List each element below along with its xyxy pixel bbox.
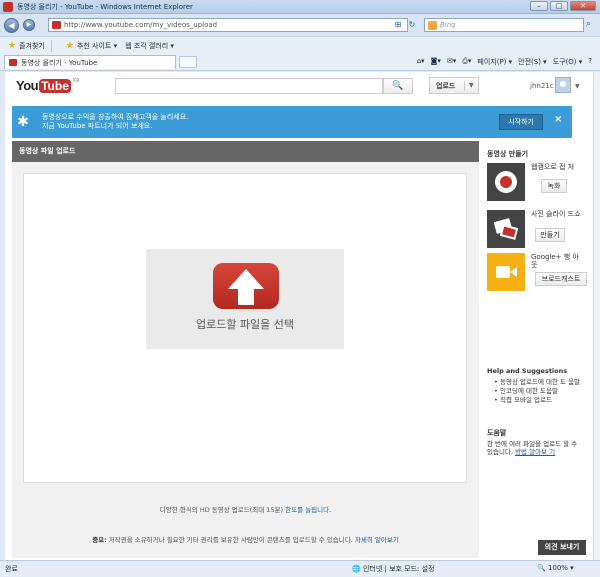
tools-menu[interactable]: 도구(O) ▾	[553, 57, 583, 67]
favorites-star-icon: ★	[8, 40, 17, 51]
tip-title: 도움말	[487, 429, 507, 437]
upload-label: 업로드	[430, 80, 465, 91]
help-menu[interactable]: ?	[588, 57, 592, 67]
slideshow-item: 사진 슬라이 드쇼 만들기	[487, 210, 587, 248]
suggested-sites-button[interactable]: 추천 사이트 ▾	[77, 41, 117, 51]
select-file-label: 업로드할 파일을 선택	[195, 318, 295, 331]
banner-line2: 지금 YouTube 파트너가 되어 보세요.	[42, 122, 153, 130]
create-slideshow-button[interactable]: 만들기	[535, 228, 565, 242]
search-box[interactable]: Bing	[424, 18, 584, 32]
minimize-button[interactable]: –	[530, 1, 548, 11]
help-link-mobile[interactable]: 직접 모바일 업로드	[494, 396, 584, 404]
logo-tube: Tube	[39, 78, 71, 93]
new-tab-button[interactable]	[179, 56, 197, 68]
username[interactable]: jhn21c	[530, 82, 554, 90]
favorites-button[interactable]: 즐겨찾기	[19, 41, 45, 51]
youtube-logo[interactable]: You Tube KR	[16, 78, 80, 93]
close-window-button[interactable]: ✕	[570, 1, 596, 11]
copyright-note: 중요: 저작권을 소유하거나 필요한 기타 권리를 보유한 사람만이 콘텐츠를 …	[12, 534, 479, 544]
webcam-desc: 웹캠으로 접 처	[531, 163, 575, 171]
help-link-upload[interactable]: 동영상 업로드에 대한 도 움말	[494, 378, 584, 386]
slideshow-desc: 사진 슬라이 드쇼	[531, 210, 581, 218]
help-list: 동영상 업로드에 대한 도 움말 인코딩에 대한 도움말 직접 모바일 업로드	[494, 378, 584, 405]
web-page: You Tube KR 🔍 업로드 ▼ jhn21c ▼ ✱ 동영상으로 수익을…	[5, 72, 593, 560]
youtube-search-button[interactable]: 🔍	[383, 78, 413, 94]
learn-more-link[interactable]: 자세히 알아보기	[355, 536, 399, 544]
webcam-item: 웹캠으로 접 처 녹화	[487, 163, 587, 201]
tab-bar: 동영상 올리기 - YouTube ⌂▾ ◙▾ ✉▾ ⎙▾ 페이지(P) ▾ 안…	[0, 54, 600, 71]
security-zone[interactable]: 🌐 인터넷 | 보호 모드: 설정	[352, 564, 435, 574]
feeds-icon[interactable]: ◙▾	[431, 57, 441, 67]
youtube-search-input[interactable]	[115, 78, 383, 94]
create-video-title: 동영상 만들기	[487, 150, 529, 158]
home-icon[interactable]: ⌂▾	[417, 57, 425, 67]
ie-app-icon	[3, 1, 13, 12]
upload-arrow-icon	[213, 263, 279, 309]
limit-text: 다양한 형식의 HD 동영상 업로드(최대 15분)	[159, 506, 286, 514]
youtube-favicon-icon	[52, 21, 61, 29]
send-feedback-button[interactable]: 의견 보내기	[538, 540, 586, 555]
divider	[50, 39, 52, 52]
tab-youtube-upload[interactable]: 동영상 올리기 - YouTube	[4, 55, 176, 69]
hangout-desc: Google+ 행 아웃	[531, 253, 579, 269]
maximize-button[interactable]: □	[550, 1, 568, 11]
copyright-text: 저작권을 소유하거나 필요한 기타 권리를 보유한 사람만이 콘텐츠를 업로드할…	[106, 536, 355, 544]
chevron-down-icon[interactable]: ▼	[575, 83, 580, 90]
address-field[interactable]: http://www.youtube.com/my_videos_upload	[48, 18, 408, 32]
forward-button[interactable]: ▶	[23, 19, 35, 31]
start-partner-button[interactable]: 시작하기	[499, 114, 543, 130]
photo-slideshow-icon	[487, 210, 525, 248]
logo-you: You	[16, 78, 39, 93]
scrollbar[interactable]	[593, 72, 600, 560]
status-text: 완료	[5, 565, 18, 573]
select-file-dropzone[interactable]: 업로드할 파일을 선택	[146, 249, 344, 349]
webcam-record-icon	[487, 163, 525, 201]
upload-panel: 업로드할 파일을 선택 다양한 형식의 HD 동영상 업로드(최대 15분) 한…	[12, 162, 479, 558]
logo-region: KR	[72, 78, 80, 84]
hangout-item: Google+ 행 아웃 브로드캐스트	[487, 253, 587, 291]
window-title: 동영상 올리기 - YouTube - Windows Internet Exp…	[17, 2, 193, 11]
upload-limit-note: 다양한 형식의 HD 동영상 업로드(최대 15분) 한도를 늘립니다.	[12, 504, 479, 514]
add-favorite-icon[interactable]: ★	[66, 41, 74, 51]
page-menu[interactable]: 페이지(P) ▾	[477, 57, 512, 67]
tab-title: 동영상 올리기 - YouTube	[21, 58, 98, 67]
increase-limit-link[interactable]: 한도를 늘립니다.	[285, 506, 331, 514]
status-bar: 완료 🌐 인터넷 | 보호 모드: 설정 🔍 100% ▾	[0, 560, 600, 577]
favorites-bar: ★ 즐겨찾기 ★ 추천 사이트 ▾ 웹 조각 갤러리 ▾	[0, 36, 600, 54]
mail-icon[interactable]: ✉▾	[447, 57, 456, 67]
close-banner-icon[interactable]: ×	[554, 114, 562, 125]
avatar[interactable]	[555, 77, 571, 93]
chevron-down-icon[interactable]: ▼	[465, 82, 478, 89]
search-placeholder: Bing	[440, 21, 456, 29]
address-toolbar: ◀ ▶ http://www.youtube.com/my_videos_upl…	[0, 14, 600, 36]
page-title: 동영상 파일 업로드	[12, 141, 479, 162]
safety-menu[interactable]: 안전(S) ▾	[518, 57, 547, 67]
tip-text: 한 번에 여러 파일을 업로드 할 수 있습니다. 방법 알아보 기	[487, 440, 583, 456]
window-titlebar: 동영상 올리기 - YouTube - Windows Internet Exp…	[0, 0, 600, 14]
star-icon: ✱	[17, 114, 29, 130]
hangout-camera-icon	[487, 253, 525, 291]
sidebar: 동영상 만들기 웹캠으로 접 처 녹화 사진 슬라이 드쇼 만들기 Google…	[484, 141, 588, 558]
back-button[interactable]: ◀	[4, 17, 19, 33]
refresh-icon[interactable]: ↻	[406, 18, 418, 32]
record-button[interactable]: 녹화	[541, 179, 567, 193]
upload-area: 업로드할 파일을 선택	[23, 173, 467, 483]
upload-button[interactable]: 업로드 ▼	[429, 77, 479, 94]
compatibility-icon[interactable]: ⊞	[392, 18, 404, 32]
learn-how-link[interactable]: 방법 알아보 기	[515, 448, 555, 456]
important-label: 중요:	[92, 536, 107, 544]
zoom-level[interactable]: 🔍 100% ▾	[537, 564, 574, 572]
broadcast-button[interactable]: 브로드캐스트	[535, 272, 587, 286]
print-icon[interactable]: ⎙▾	[462, 57, 471, 67]
search-go-icon[interactable]: ⌕	[586, 19, 591, 29]
bing-icon	[428, 20, 437, 30]
help-link-encoding[interactable]: 인코딩에 대한 도움말	[494, 387, 584, 395]
address-url: http://www.youtube.com/my_videos_upload	[64, 21, 218, 29]
web-slice-gallery-button[interactable]: 웹 조각 갤러리 ▾	[125, 41, 174, 51]
youtube-favicon-icon	[9, 59, 17, 66]
partner-banner: ✱ 동영상으로 수익을 창출하여 잠재고객을 늘리세요. 지금 YouTube …	[12, 106, 572, 138]
youtube-header: You Tube KR 🔍 업로드 ▼ jhn21c ▼	[5, 72, 593, 102]
help-suggestions-title: Help and Suggestions	[487, 367, 568, 375]
banner-line1: 동영상으로 수익을 창출하여 잠재고객을 늘리세요.	[42, 113, 189, 121]
